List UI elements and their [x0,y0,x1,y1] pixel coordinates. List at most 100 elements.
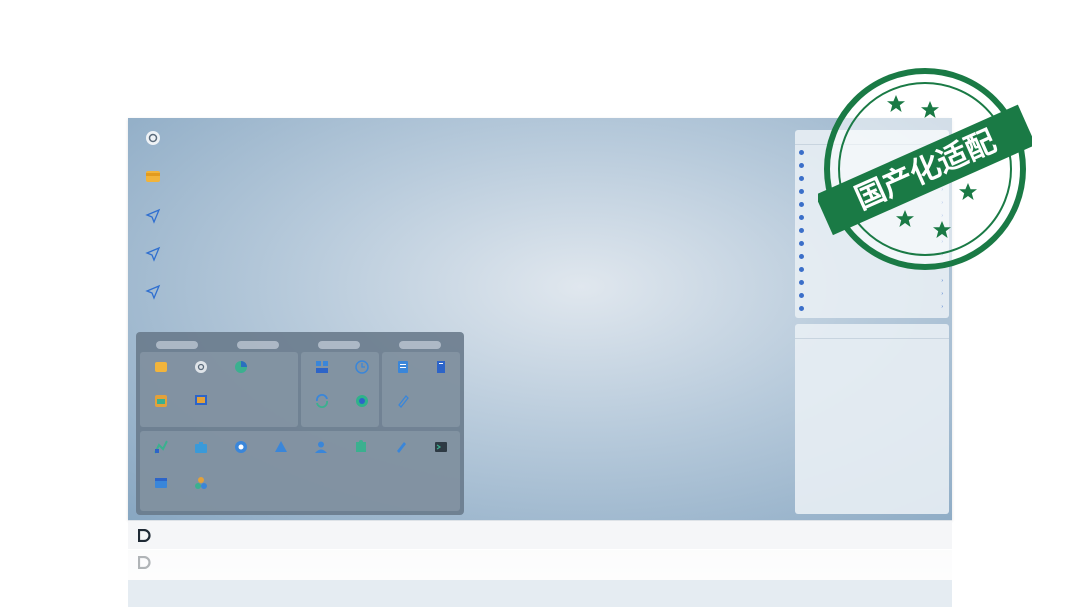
chevron-right-icon: › [941,304,943,310]
service-row[interactable]: › [799,303,943,313]
app-tile[interactable] [343,394,381,417]
app-tile[interactable] [142,394,180,417]
app-label [384,376,422,383]
status-dot-icon [799,202,804,207]
user-icon [315,441,327,453]
table-row[interactable] [799,453,945,461]
status-dot-icon [799,293,804,298]
log-panel-tabs [795,324,949,339]
app-tile[interactable] [142,360,180,383]
app-tile[interactable] [303,360,341,383]
dashboard-icon [316,361,328,373]
app-tile[interactable] [384,360,422,383]
certification-stamp: 国产化适配 [818,68,1032,270]
log-filter-bar [799,342,945,350]
app-label [222,456,260,463]
table-row[interactable] [799,480,945,488]
table-row[interactable] [799,435,945,443]
table-row[interactable] [799,399,945,407]
desktop-icon-folder[interactable] [134,168,172,193]
briefcase-icon [195,442,207,453]
folder-icon [146,171,160,182]
app-tile[interactable] [343,360,381,383]
app-tile[interactable] [384,394,422,417]
grid-icon [195,477,207,489]
table-row[interactable] [799,381,945,389]
sync-icon [316,394,328,408]
table-row[interactable] [799,498,945,506]
desktop-icon-settings[interactable] [134,130,172,155]
app-tile[interactable] [302,440,340,463]
app-label [142,456,180,463]
d-logo-icon[interactable] [138,529,151,542]
status-dot-icon [799,280,804,285]
desktop-icon-label [134,186,172,193]
shortcut-arrow-icon [145,208,161,224]
table-row[interactable] [799,363,945,371]
app-tile[interactable] [182,440,220,463]
table-row[interactable] [799,354,945,362]
app-tile[interactable] [222,360,260,383]
app-label [182,410,220,417]
image-icon [155,395,167,407]
app-tile[interactable] [182,476,220,499]
reflection-desktop-strip [128,580,952,607]
table-row[interactable] [799,444,945,452]
table-row[interactable] [799,390,945,398]
gear-icon [195,361,207,373]
app-tile[interactable] [182,394,220,417]
log-panel [795,324,949,514]
status-dot-icon [799,189,804,194]
table-row[interactable] [799,471,945,479]
app-tile[interactable] [342,440,380,463]
desktop-icon-label [134,302,172,309]
table-row[interactable] [799,408,945,416]
chevron-right-icon: › [941,278,943,284]
service-row[interactable]: › [799,277,943,287]
category-tab[interactable] [156,341,198,349]
table-row[interactable] [799,489,945,497]
category-tab[interactable] [237,341,279,349]
app-label [182,456,220,463]
service-row[interactable]: › [799,290,943,300]
book-icon [437,361,445,373]
app-tile[interactable] [382,440,420,463]
app-label [142,492,180,499]
app-tile[interactable] [262,440,300,463]
app-tile[interactable] [422,440,460,463]
app-label [342,456,380,463]
desktop-icon-label [134,226,172,233]
app-tile[interactable] [422,360,460,383]
app-label [303,410,341,417]
status-dot-icon [799,254,804,259]
app-label [343,376,381,383]
table-row[interactable] [799,417,945,425]
d-logo-reflection-icon [138,556,151,569]
screen-reflection [128,550,952,607]
app-tile[interactable] [303,394,341,417]
desktop-icon-shortcut-2[interactable] [134,246,172,271]
app-label [262,456,300,463]
status-dot-icon [799,241,804,246]
app-label [343,410,381,417]
status-dot-icon [799,267,804,272]
puzzle-icon [356,440,366,452]
table-row[interactable] [799,426,945,434]
app-tile[interactable] [142,440,180,463]
app-tile[interactable] [142,476,180,499]
app-tile[interactable] [182,360,220,383]
table-row[interactable] [799,462,945,470]
desktop-icon-shortcut-1[interactable] [134,208,172,233]
status-dot-icon [799,163,804,168]
globe-icon [356,395,368,407]
status-dot-icon [799,215,804,220]
app-tile[interactable] [222,440,260,463]
desktop-icon-shortcut-3[interactable] [134,284,172,309]
app-label [422,456,460,463]
monitor-icon [195,395,207,405]
category-tab[interactable] [318,341,360,349]
app-label [182,376,220,383]
taskbar [128,520,952,549]
table-row[interactable] [799,372,945,380]
category-tab[interactable] [399,341,441,349]
